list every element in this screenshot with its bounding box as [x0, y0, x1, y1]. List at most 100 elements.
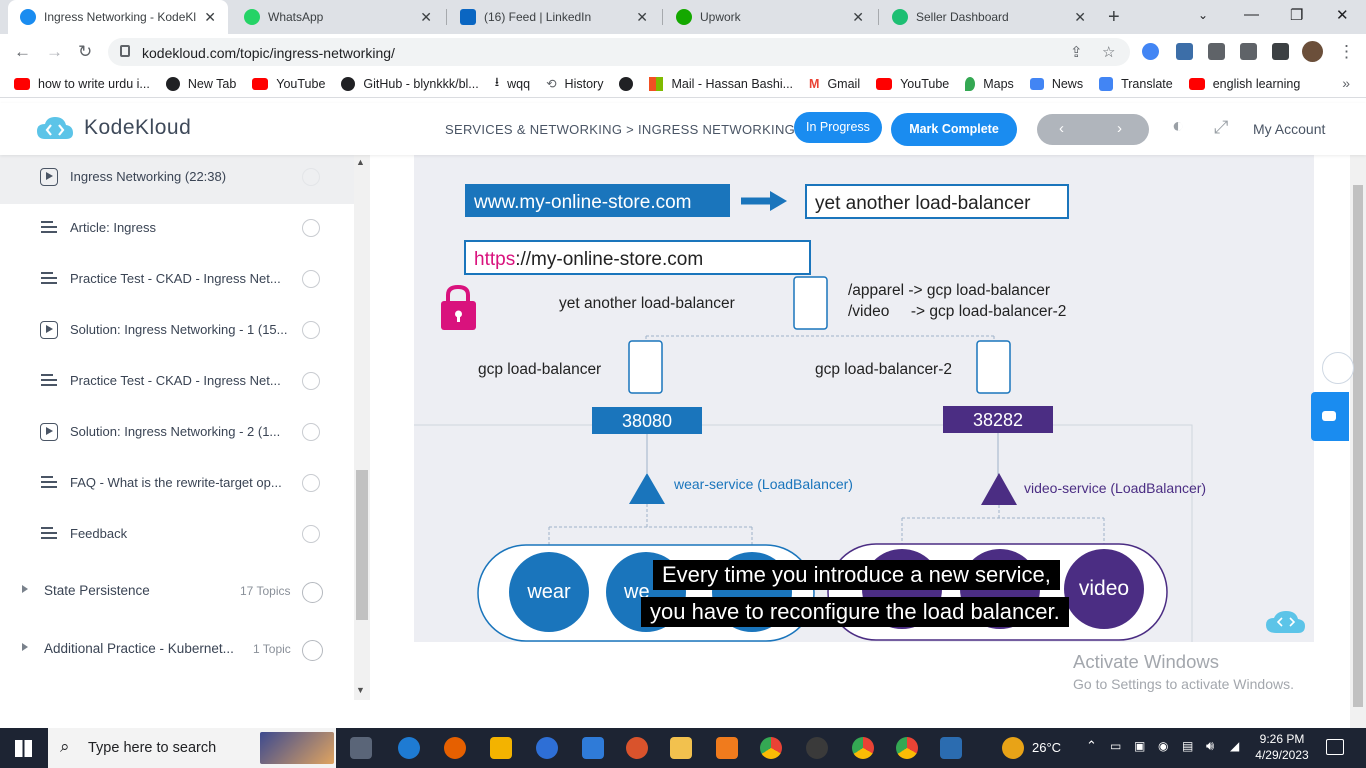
chat-support-icon[interactable] [1311, 392, 1349, 441]
bookmark-item[interactable]: Mail - Hassan Bashi... [649, 76, 793, 91]
section-additional-practice[interactable]: Additional Practice - Kubernet... 1 Topi… [0, 625, 354, 675]
my-account-link[interactable]: My Account [1253, 121, 1325, 137]
battery-icon[interactable]: ▭ [1110, 739, 1121, 753]
back-arrow-icon[interactable]: ← [14, 42, 31, 62]
sidebar-scrollbar[interactable]: ▲ ▼ [354, 155, 370, 700]
kodekloud-logo-icon[interactable] [35, 115, 75, 143]
lesson-item[interactable]: Practice Test - CKAD - Ingress Net... [0, 357, 354, 408]
close-icon[interactable]: ✕ [1074, 9, 1086, 26]
minimize-icon[interactable]: — [1244, 6, 1259, 23]
volume-icon[interactable]: 🔊︎ [1206, 738, 1214, 754]
clock[interactable]: 9:26 PM 4/29/2023 [1252, 731, 1312, 763]
completion-circle-icon[interactable] [302, 372, 320, 390]
webcam-icon[interactable]: ◉ [1158, 739, 1168, 753]
network-icon[interactable]: ▣ [1134, 739, 1145, 753]
window-close-icon[interactable]: ✕ [1336, 6, 1349, 24]
mail-icon[interactable] [582, 737, 604, 759]
dark-mode-moon-icon[interactable]: ◐ [1172, 115, 1184, 138]
bookmark-item[interactable]: News [1029, 77, 1083, 91]
bookmark-item[interactable]: ⟲ History [546, 76, 603, 92]
share-icon[interactable]: ⇪ [1070, 43, 1083, 61]
chrome-icon[interactable] [760, 737, 782, 759]
lesson-item[interactable]: Solution: Ingress Networking - 1 (15... [0, 306, 354, 357]
profile-avatar[interactable] [1302, 41, 1323, 62]
tab-linkedin[interactable]: (16) Feed | LinkedIn ✕ [448, 0, 660, 34]
logo-text[interactable]: KodeKloud [84, 116, 191, 140]
windows-start-icon[interactable] [15, 740, 32, 757]
bookmark-item[interactable]: YouTube [252, 77, 325, 91]
restore-icon[interactable]: ❐ [1290, 6, 1303, 24]
extensions-puzzle-icon[interactable] [1208, 43, 1225, 60]
close-icon[interactable]: ✕ [204, 9, 216, 26]
completion-circle-icon[interactable] [302, 219, 320, 237]
close-icon[interactable]: ✕ [636, 9, 648, 26]
bookmark-item[interactable]: YouTube [876, 77, 949, 91]
fullscreen-icon[interactable]: ⤢ [1214, 117, 1228, 138]
lesson-item[interactable]: Solution: Ingress Networking - 2 (1... [0, 408, 354, 459]
completion-circle-icon[interactable] [302, 474, 320, 492]
display-icon[interactable]: ▤ [1182, 739, 1193, 753]
edge-icon[interactable] [398, 737, 420, 759]
close-icon[interactable]: ✕ [420, 9, 432, 26]
bookmark-item[interactable]: how to write urdu i... [14, 77, 150, 91]
tab-search-chevron-icon[interactable]: ⌄ [1198, 8, 1208, 22]
bookmarks-overflow-icon[interactable]: » [1342, 75, 1350, 91]
lesson-item[interactable]: Article: Ingress [0, 204, 354, 255]
bookmark-item[interactable]: ⭳ wqq [495, 73, 530, 94]
bookmark-item[interactable]: New Tab [165, 76, 236, 91]
next-lesson-icon[interactable]: › [1117, 120, 1122, 137]
weather-icon[interactable] [1002, 737, 1024, 759]
photos-icon[interactable] [940, 737, 962, 759]
bookmark-item[interactable]: GitHub - blynkkk/bl... [341, 76, 479, 91]
scroll-down-icon[interactable]: ▼ [356, 685, 365, 695]
completion-circle-icon[interactable] [302, 525, 320, 543]
taskbar-search[interactable]: ⌕ Type here to search [48, 728, 336, 768]
wifi-icon[interactable]: ◢ [1230, 739, 1239, 753]
app-icon[interactable] [626, 737, 648, 759]
scroll-up-icon[interactable]: ▲ [356, 157, 365, 167]
previous-lesson-icon[interactable]: ‹ [1059, 120, 1064, 137]
close-icon[interactable]: ✕ [852, 9, 864, 26]
bookmark-star-icon[interactable]: ☆ [1102, 43, 1115, 61]
completion-circle-icon[interactable] [302, 270, 320, 288]
file-explorer-icon[interactable] [670, 737, 692, 759]
notifications-icon[interactable] [1326, 739, 1344, 755]
task-view-icon[interactable] [350, 737, 372, 759]
new-tab-plus-icon[interactable]: + [1108, 6, 1120, 29]
bookmark-item[interactable]: english learning [1188, 77, 1300, 91]
lesson-item-current[interactable]: Ingress Networking (22:38) [0, 153, 354, 204]
page-scrollbar[interactable] [1350, 155, 1366, 728]
tab-upwork[interactable]: Upwork ✕ [664, 0, 876, 34]
completion-circle-icon[interactable] [302, 321, 320, 339]
mark-complete-button[interactable]: Mark Complete [891, 113, 1017, 146]
firefox-icon[interactable] [444, 737, 466, 759]
section-state-persistence[interactable]: State Persistence 17 Topics [0, 567, 354, 617]
tray-chevron-icon[interactable]: ⌃ [1086, 738, 1097, 754]
bookmark-item[interactable]: Translate [1099, 76, 1173, 91]
tab-whatsapp[interactable]: WhatsApp ✕ [232, 0, 444, 34]
address-bar[interactable]: kodekloud.com/topic/ingress-networking/ … [108, 38, 1130, 66]
bookmark-item[interactable]: Maps [965, 76, 1014, 91]
in-progress-button[interactable]: In Progress [794, 112, 882, 143]
reload-icon[interactable]: ↻ [78, 42, 92, 62]
store-icon[interactable] [490, 737, 512, 759]
bookmark-item[interactable]: M Gmail [809, 77, 860, 91]
voice-input-icon[interactable] [1322, 352, 1354, 384]
kebab-menu-icon[interactable]: ⋮ [1338, 42, 1355, 62]
settings-app-icon[interactable] [716, 737, 738, 759]
skype-icon[interactable] [536, 737, 558, 759]
camera-app-icon[interactable] [806, 737, 828, 759]
tab-seller-dashboard[interactable]: Seller Dashboard ✕ [880, 0, 1098, 34]
voice-extension-icon[interactable] [1142, 43, 1159, 60]
forward-arrow-icon[interactable]: → [46, 42, 63, 62]
scrollbar-thumb[interactable] [356, 470, 368, 620]
chrome-profile-icon[interactable] [852, 737, 874, 759]
bookmark-item[interactable] [619, 76, 634, 91]
reading-list-icon[interactable] [1240, 43, 1257, 60]
completion-circle-icon[interactable] [302, 168, 320, 186]
download-extension-icon[interactable] [1176, 43, 1193, 60]
completion-circle-icon[interactable] [302, 423, 320, 441]
lesson-item[interactable]: FAQ - What is the rewrite-target op... [0, 459, 354, 510]
side-panel-icon[interactable] [1272, 43, 1289, 60]
lesson-item[interactable]: Feedback [0, 510, 354, 561]
